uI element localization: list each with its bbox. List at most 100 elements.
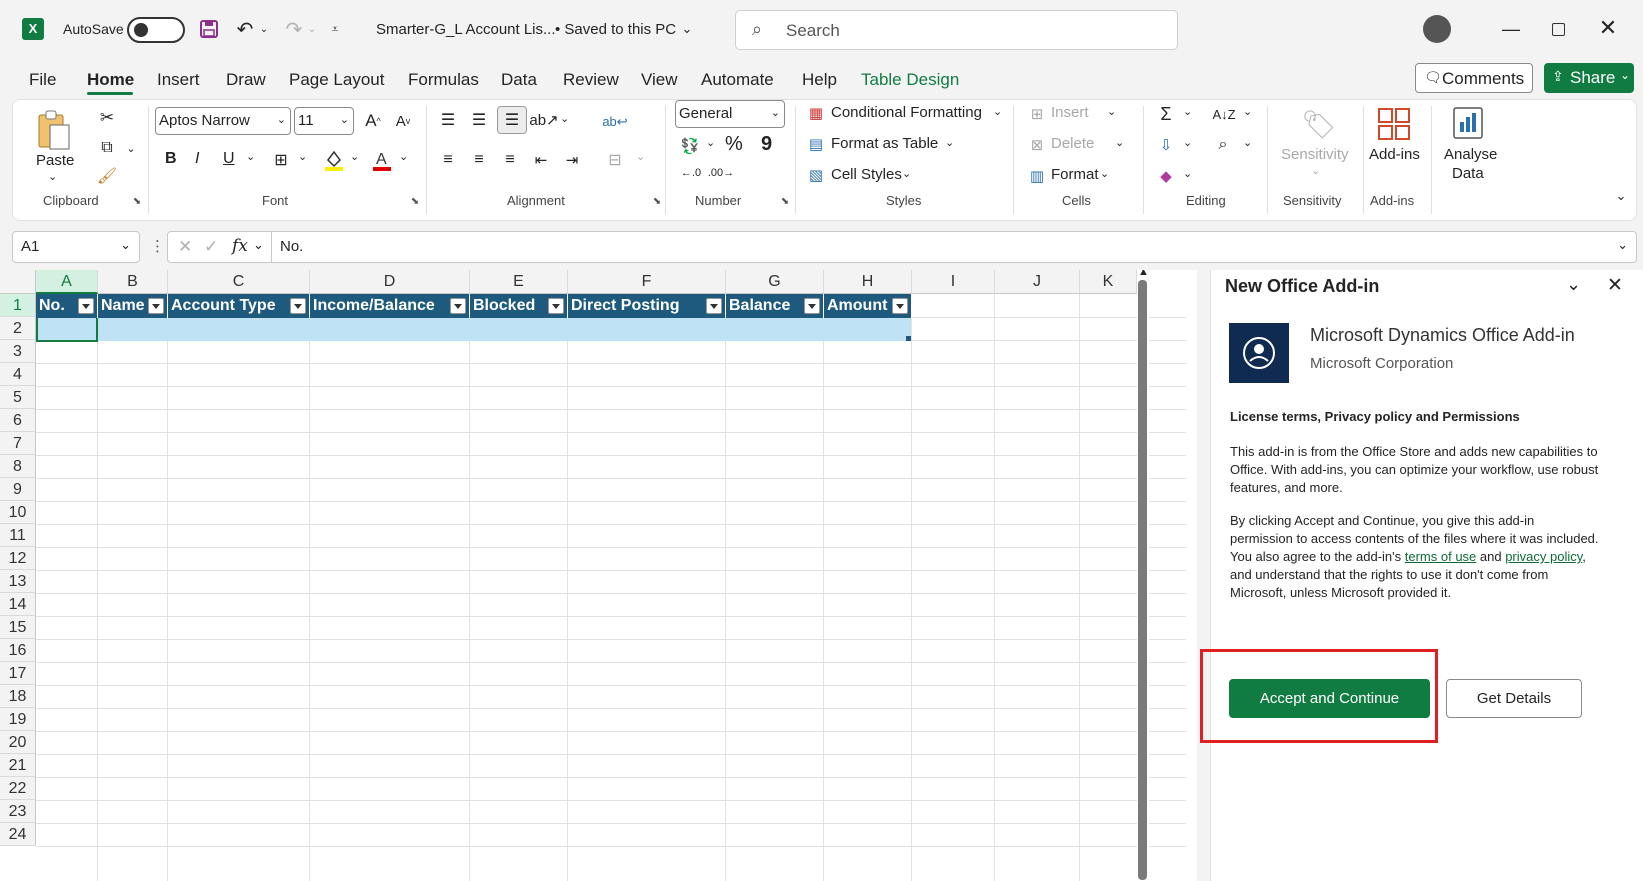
- search-input[interactable]: ⌕ Search: [735, 10, 1178, 50]
- tab-file[interactable]: File: [29, 70, 56, 90]
- filter-dropdown-icon[interactable]: [804, 298, 820, 314]
- comments-button[interactable]: 🗨 Comments: [1415, 63, 1533, 93]
- analyse-data-label-2[interactable]: Data: [1452, 165, 1484, 182]
- table-header-cell[interactable]: Blocked: [470, 294, 568, 318]
- fill-color-chevron-icon[interactable]: ⌄: [350, 150, 359, 163]
- increase-decimal-icon[interactable]: ←.0: [679, 162, 703, 184]
- sensitivity-icon[interactable]: 🏷: [1301, 104, 1337, 144]
- font-color-chevron-icon[interactable]: ⌄: [399, 150, 408, 163]
- delete-chevron-icon[interactable]: ⌄: [1115, 136, 1124, 149]
- cell-styles-icon[interactable]: ▧: [806, 165, 826, 185]
- tab-review[interactable]: Review: [563, 70, 619, 90]
- clear-chevron-icon[interactable]: ⌄: [1183, 167, 1192, 180]
- italic-button[interactable]: I: [195, 150, 199, 168]
- tab-insert[interactable]: Insert: [157, 70, 200, 90]
- format-cells-button[interactable]: Format: [1051, 166, 1099, 183]
- find-chevron-icon[interactable]: ⌄: [1243, 136, 1252, 149]
- font-size-select[interactable]: 11 ⌄: [294, 107, 354, 135]
- filter-dropdown-icon[interactable]: [148, 298, 164, 314]
- delete-cells-button[interactable]: Delete: [1051, 135, 1094, 152]
- number-launcher-icon[interactable]: ⬊: [779, 195, 791, 207]
- column-header[interactable]: A: [36, 270, 98, 294]
- comma-style-button[interactable]: 9: [761, 133, 772, 156]
- tab-data[interactable]: Data: [501, 70, 537, 90]
- align-middle-icon[interactable]: ☰: [469, 110, 489, 130]
- tab-draw[interactable]: Draw: [226, 70, 266, 90]
- delete-cells-icon[interactable]: ⊠: [1027, 135, 1047, 155]
- add-ins-icon[interactable]: [1376, 104, 1412, 144]
- tab-formulas[interactable]: Formulas: [408, 70, 479, 90]
- borders-chevron-icon[interactable]: ⌄: [298, 150, 307, 163]
- scroll-up-icon[interactable]: ▲: [1138, 270, 1149, 278]
- pane-close-icon[interactable]: ✕: [1607, 274, 1623, 297]
- cancel-formula-icon[interactable]: ✕: [178, 237, 192, 257]
- increase-font-icon[interactable]: A ^: [361, 110, 385, 132]
- filter-dropdown-icon[interactable]: [290, 298, 306, 314]
- tab-automate[interactable]: Automate: [701, 70, 774, 90]
- column-header[interactable]: C: [168, 270, 310, 294]
- filter-dropdown-icon[interactable]: [450, 298, 466, 314]
- format-table-chevron-icon[interactable]: ⌄: [945, 136, 954, 149]
- increase-indent-icon[interactable]: ⇥: [562, 150, 582, 170]
- table-resize-handle[interactable]: [906, 336, 911, 341]
- analyse-data-icon[interactable]: [1451, 104, 1487, 144]
- percent-style-button[interactable]: %: [725, 133, 743, 156]
- filter-dropdown-icon[interactable]: [548, 298, 564, 314]
- conditional-chevron-icon[interactable]: ⌄: [993, 105, 1002, 118]
- row-header[interactable]: 12: [0, 547, 36, 570]
- decrease-font-icon[interactable]: Av: [391, 110, 415, 132]
- save-status-chevron-icon[interactable]: ⌄: [680, 20, 694, 38]
- fx-chevron-icon[interactable]: ⌄: [253, 237, 264, 253]
- vertical-scrollbar[interactable]: ▲: [1137, 270, 1149, 881]
- row-header[interactable]: 21: [0, 754, 36, 777]
- align-bottom-icon[interactable]: ☰: [497, 106, 527, 134]
- row-header[interactable]: 13: [0, 570, 36, 593]
- bold-button[interactable]: B: [165, 150, 177, 168]
- autosum-icon[interactable]: Σ: [1156, 104, 1176, 124]
- scrollbar-thumb[interactable]: [1138, 280, 1147, 880]
- share-button[interactable]: ⇪ Share ⌄: [1544, 63, 1634, 93]
- more-options-icon[interactable]: ⋮: [150, 237, 165, 255]
- accounting-format-icon[interactable]: 💱: [679, 136, 701, 156]
- table-header-cell[interactable]: Income/Balance: [310, 294, 470, 318]
- fill-icon[interactable]: ⇩: [1156, 135, 1176, 155]
- format-as-table-icon[interactable]: ▤: [806, 134, 826, 154]
- copy-chevron-icon[interactable]: ⌄: [125, 138, 137, 158]
- conditional-formatting-icon[interactable]: ▦: [806, 103, 826, 123]
- table-header-cell[interactable]: Account Type: [168, 294, 310, 318]
- row-header[interactable]: 18: [0, 685, 36, 708]
- column-header[interactable]: E: [470, 270, 568, 294]
- filter-dropdown-icon[interactable]: [892, 298, 908, 314]
- row-header[interactable]: 3: [0, 340, 36, 363]
- orientation-chevron-icon[interactable]: ⌄: [560, 112, 569, 125]
- tab-home[interactable]: Home: [87, 70, 134, 90]
- format-cells-icon[interactable]: ▥: [1027, 166, 1047, 186]
- cut-icon[interactable]: ✂: [97, 108, 117, 128]
- worksheet-grid[interactable]: ABCDEFGHIJK 1 2 3 4 5 6 7 8 9 10 11 12 13 14 15 16 17 18 1…: [0, 270, 1197, 881]
- paste-icon[interactable]: [35, 108, 73, 152]
- autosum-chevron-icon[interactable]: ⌄: [1183, 105, 1192, 118]
- column-header[interactable]: B: [98, 270, 168, 294]
- number-format-select[interactable]: General ⌄: [675, 100, 785, 128]
- sensitivity-button[interactable]: Sensitivity: [1281, 146, 1349, 163]
- column-header[interactable]: D: [310, 270, 470, 294]
- wrap-text-icon[interactable]: ab↩: [602, 110, 627, 134]
- privacy-policy-link[interactable]: privacy policy: [1505, 549, 1582, 564]
- undo-dropdown-icon[interactable]: ⌄: [258, 21, 270, 37]
- row-header[interactable]: 16: [0, 639, 36, 662]
- add-ins-button[interactable]: Add-ins: [1369, 146, 1420, 163]
- column-header[interactable]: F: [568, 270, 726, 294]
- accounting-chevron-icon[interactable]: ⌄: [706, 136, 715, 149]
- underline-chevron-icon[interactable]: ⌄: [246, 150, 255, 163]
- pane-options-chevron-icon[interactable]: ⌄: [1566, 274, 1581, 295]
- terms-of-use-link[interactable]: terms of use: [1405, 549, 1477, 564]
- cell-styles-button[interactable]: Cell Styles: [831, 166, 902, 183]
- row-header[interactable]: 1: [0, 294, 36, 317]
- minimize-icon[interactable]: —: [1501, 18, 1521, 40]
- orientation-icon[interactable]: ab↗: [529, 110, 558, 130]
- font-color-icon[interactable]: A: [371, 148, 393, 172]
- sensitivity-chevron-icon[interactable]: ⌄: [1311, 164, 1320, 177]
- insert-chevron-icon[interactable]: ⌄: [1107, 105, 1116, 118]
- row-header[interactable]: 9: [0, 478, 36, 501]
- fill-color-icon[interactable]: [323, 148, 345, 172]
